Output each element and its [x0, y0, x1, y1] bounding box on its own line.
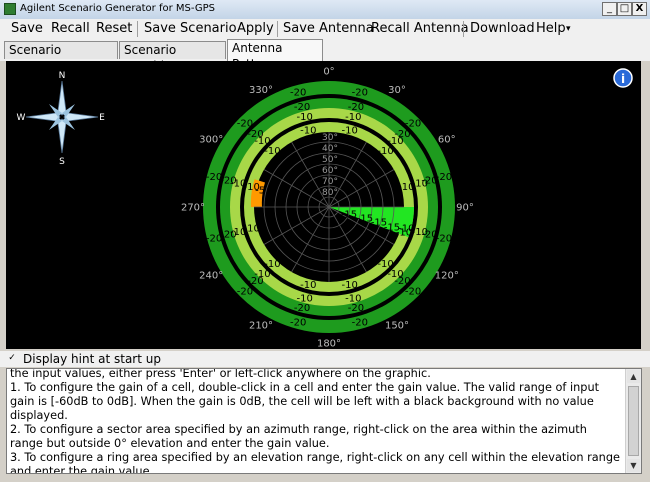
azimuth-label: 0° [323, 67, 334, 78]
scroll-up-button[interactable]: ▲ [627, 370, 640, 383]
azimuth-label: 180° [317, 339, 341, 349]
antenna-pattern-panel[interactable]: N S E W i -20 -20 -20 -20 -20 -20 -20 -2… [6, 61, 641, 350]
ring-value-label: -10 [264, 259, 280, 270]
scroll-down-button[interactable]: ▼ [627, 459, 640, 472]
sector-value-label: -15 [341, 210, 357, 221]
ring-value-label: -20 [405, 287, 421, 298]
menu-reset[interactable]: Reset [96, 21, 132, 37]
ring-value-label: -20 [352, 318, 368, 329]
elevation-label: 30° [322, 133, 338, 143]
elevation-label: 60° [322, 166, 338, 176]
hint-scrollbar[interactable]: ▲ ▼ [625, 369, 641, 473]
chevron-down-icon[interactable]: ▾ [566, 21, 571, 37]
orange-cell-value: -5 [255, 185, 265, 196]
app-icon [4, 3, 16, 15]
ring-value-label: -10 [377, 146, 393, 157]
menu-recall[interactable]: Recall [51, 21, 90, 37]
ring-value-label: -20 [436, 233, 452, 244]
menu-help[interactable]: Help [536, 21, 566, 37]
ring-value-label: -10 [345, 112, 361, 123]
menu-separator [463, 21, 464, 37]
ring-value-label: -20 [290, 318, 306, 329]
ring-value-label: -20 [237, 287, 253, 298]
compass-icon: N S E W [17, 71, 106, 167]
menu-save-scenario[interactable]: Save Scenario [144, 21, 237, 37]
azimuth-label: 150° [385, 320, 409, 331]
close-button[interactable]: X [632, 2, 647, 16]
sector-value-label: -10 [396, 228, 412, 239]
ring-value-label: -20 [405, 119, 421, 130]
elevation-label: 50° [322, 155, 338, 165]
menu-download[interactable]: Download [470, 21, 535, 37]
elevation-label: 70° [322, 177, 338, 187]
azimuth-label: 60° [438, 135, 456, 146]
elevation-label: 40° [322, 144, 338, 154]
menu-separator [137, 21, 138, 37]
azimuth-label: 240° [199, 271, 223, 282]
display-hint-label: Display hint at start up [23, 352, 161, 366]
tab-bar: Scenario Generator Scenario Graphics Ant… [0, 39, 650, 73]
compass-west: W [17, 113, 26, 123]
ring-value-label: -10 [300, 125, 316, 136]
ring-value-label: -20 [237, 119, 253, 130]
polar-plot[interactable]: -20-20-20-20-20-20-20-20-20-20-20-20-20-… [181, 67, 474, 350]
azimuth-label: 120° [435, 271, 459, 282]
title-bar: Agilent Scenario Generator for MS-GPS _ … [0, 0, 650, 20]
elevation-label: 80° [322, 188, 338, 198]
elevation-labels: 30°40°50°60°70°80° [322, 133, 338, 198]
hint-text: the input values, either press 'Enter' o… [10, 368, 620, 474]
window-title: Agilent Scenario Generator for MS-GPS [20, 3, 215, 14]
ring-value-label: -10 [300, 280, 316, 291]
ring-value-label: -10 [377, 259, 393, 270]
maximize-button[interactable]: □ [617, 2, 632, 16]
ring-value-label: -10 [398, 182, 414, 193]
hint-textbox[interactable]: the input values, either press 'Enter' o… [6, 368, 642, 474]
scroll-thumb[interactable] [628, 386, 639, 456]
tab-antenna-pattern[interactable]: Antenna Pattern [227, 39, 323, 71]
antenna-pattern-graphic[interactable]: N S E W i -20-20-20-20-20-20-20-20-20-20… [6, 61, 641, 350]
info-icon[interactable]: i [613, 68, 633, 88]
svg-text:i: i [621, 72, 625, 86]
menu-save[interactable]: Save [11, 21, 43, 37]
compass-south: S [59, 157, 65, 167]
tab-scenario-graphics[interactable]: Scenario Graphics [119, 41, 226, 73]
azimuth-label: 30° [388, 85, 406, 96]
ring-value-label: -10 [345, 293, 361, 304]
ring-value-label: -10 [387, 269, 403, 280]
menu-recall-antenna[interactable]: Recall Antenna [371, 21, 469, 37]
ring-value-label: -20 [436, 172, 452, 183]
ring-value-label: -20 [290, 88, 306, 99]
menu-save-antenna[interactable]: Save Antenna [283, 21, 374, 37]
display-hint-checkbox[interactable]: ✓ [7, 354, 17, 364]
azimuth-label: 210° [249, 320, 273, 331]
tab-scenario-generator[interactable]: Scenario Generator [4, 41, 118, 73]
ring-value-label: -10 [264, 146, 280, 157]
ring-value-label: -20 [348, 303, 364, 314]
compass-north: N [59, 71, 66, 81]
ring-value-label: -10 [254, 269, 270, 280]
ring-value-label: -20 [294, 303, 310, 314]
azimuth-label: 330° [249, 85, 273, 96]
compass-east: E [99, 113, 105, 123]
ring-value-label: -10 [297, 293, 313, 304]
minimize-button[interactable]: _ [602, 2, 617, 16]
menu-separator [277, 21, 278, 37]
azimuth-label: 300° [199, 135, 223, 146]
azimuth-label: 270° [181, 203, 205, 214]
hint-row: ✓ Display hint at start up [0, 351, 650, 367]
ring-value-label: -10 [342, 125, 358, 136]
azimuth-label: 90° [456, 203, 474, 214]
ring-value-label: -10 [244, 223, 260, 234]
ring-value-label: -10 [297, 112, 313, 123]
ring-value-label: -10 [342, 280, 358, 291]
ring-value-label: -20 [352, 88, 368, 99]
menu-apply[interactable]: Apply [237, 21, 274, 37]
menu-bar: Save Recall Reset Save Scenario Apply Sa… [0, 19, 650, 40]
